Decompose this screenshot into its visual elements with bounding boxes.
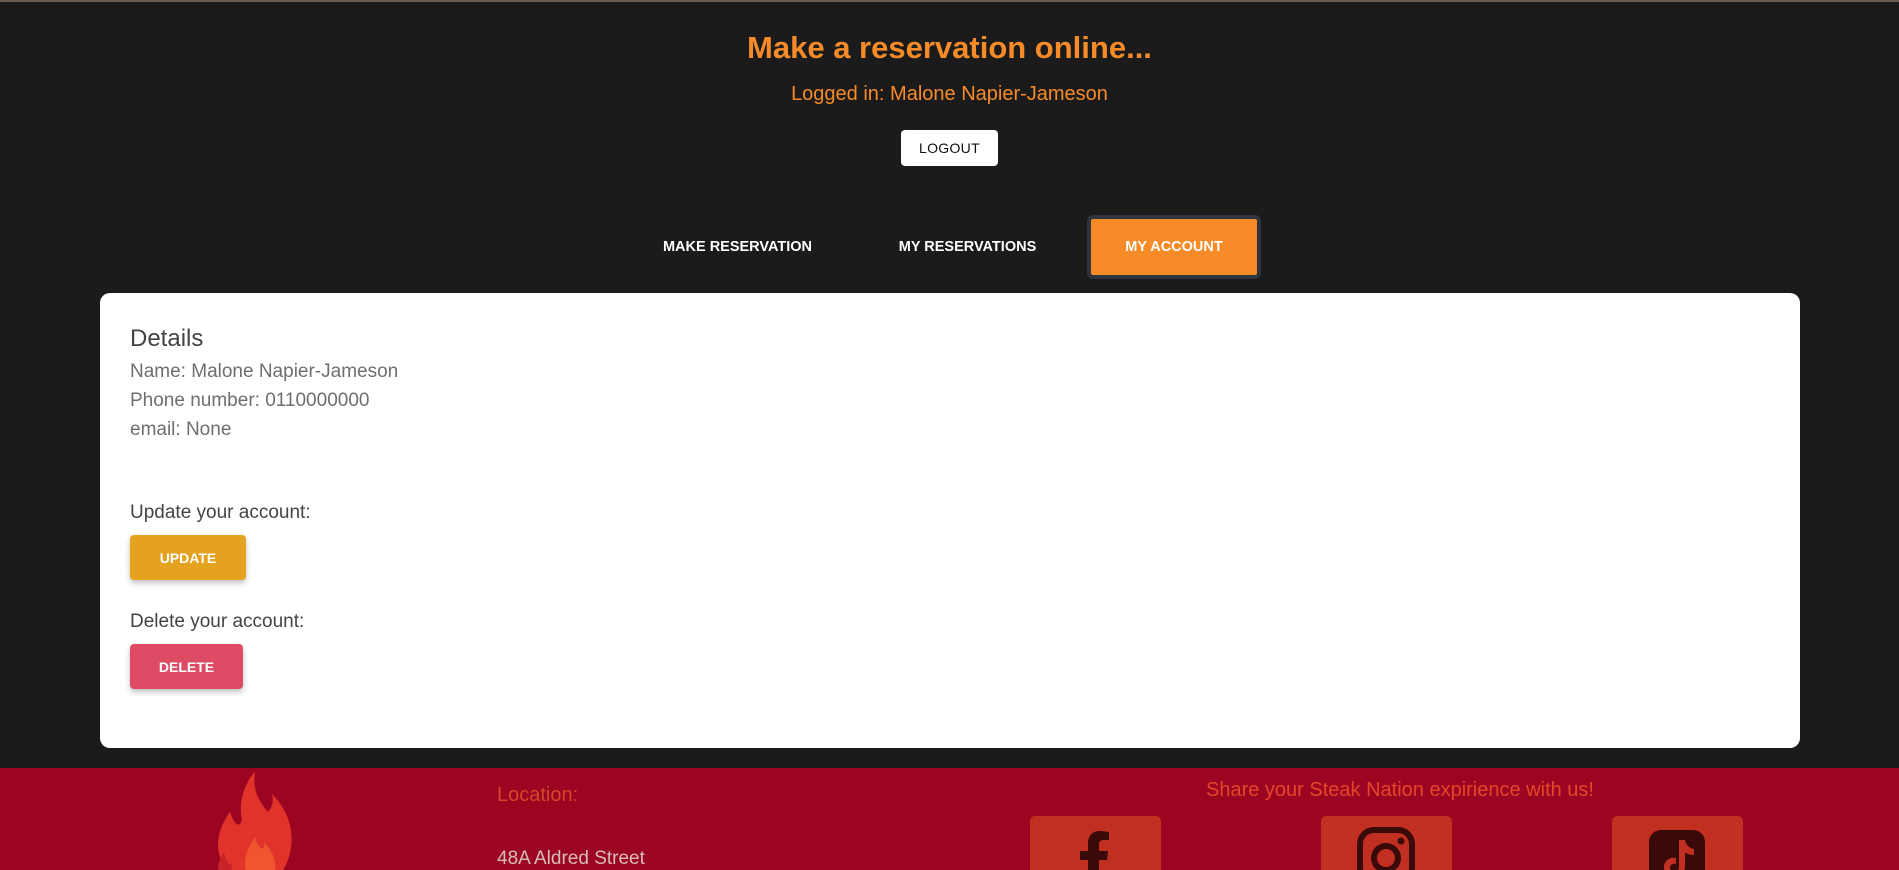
flame-logo-icon	[217, 772, 292, 870]
share-text: Share your Steak Nation expirience with …	[1206, 779, 1594, 801]
tab-make-reservation[interactable]: MAKE RESERVATION	[640, 215, 835, 279]
location-address: 48A Aldred Street	[497, 848, 645, 869]
tiktok-icon	[1649, 830, 1705, 870]
tiktok-link[interactable]	[1612, 816, 1743, 870]
instagram-link[interactable]	[1321, 816, 1452, 870]
facebook-link[interactable]	[1030, 816, 1161, 870]
account-phone: Phone number: 0110000000	[130, 390, 370, 411]
update-account-label: Update your account:	[130, 502, 311, 523]
facebook-icon	[1080, 831, 1109, 870]
instagram-icon	[1357, 827, 1415, 870]
logged-in-status: Logged in: Malone Napier-Jameson	[791, 83, 1108, 105]
delete-button[interactable]: DELETE	[130, 644, 243, 689]
update-button[interactable]: UPDATE	[130, 535, 246, 580]
page-title: Make a reservation online...	[747, 30, 1152, 65]
account-name: Name: Malone Napier-Jameson	[130, 361, 399, 382]
location-label: Location:	[497, 784, 579, 806]
tab-my-reservations[interactable]: MY RESERVATIONS	[870, 215, 1065, 279]
account-tabs: MAKE RESERVATION MY RESERVATIONS MY ACCO…	[0, 215, 1899, 279]
delete-account-label: Delete your account:	[130, 611, 305, 632]
details-heading: Details	[130, 325, 204, 352]
logout-button[interactable]: LOGOUT	[901, 130, 998, 166]
account-email: email: None	[130, 419, 232, 440]
account-details-card: Details Name: Malone Napier-Jameson Phon…	[100, 293, 1800, 748]
site-footer: Location: 48A Aldred Street Share your S…	[0, 768, 1899, 870]
tab-my-account[interactable]: MY ACCOUNT	[1087, 215, 1261, 279]
